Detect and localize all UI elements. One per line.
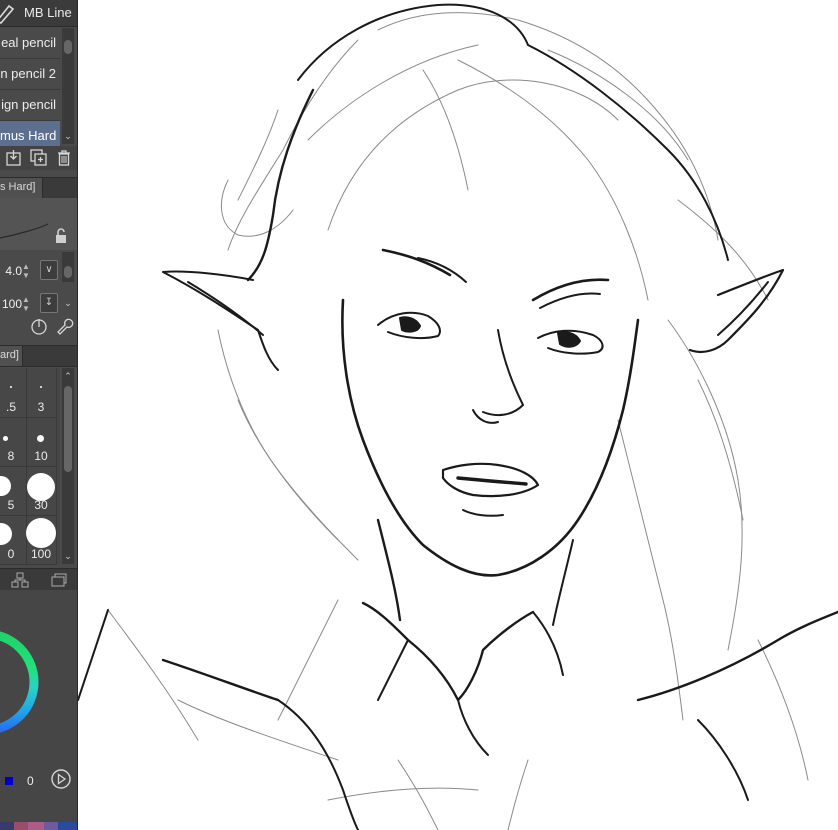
color-panel-tabs — [0, 568, 78, 592]
brush-size-cell[interactable]: 3 — [26, 368, 57, 418]
brush-size-cell[interactable]: 8 — [0, 417, 27, 467]
recent-color-strip[interactable] — [0, 822, 78, 830]
brush-size-cell[interactable]: .5 — [0, 368, 27, 418]
property-actions-bar — [0, 314, 78, 338]
clip-studio-window: MB Line eal pencil n pencil 2 ign pencil… — [0, 0, 838, 830]
brush-size-label: 5 — [7, 498, 15, 512]
subtool-scrollbar[interactable]: ⌄ — [62, 28, 74, 144]
opacity-value[interactable]: 100 — [0, 297, 22, 311]
initial-value-icon[interactable] — [29, 316, 49, 336]
stroke-preview — [0, 198, 78, 250]
brush-size-cell[interactable]: 100 — [26, 515, 57, 565]
scrollbar-thumb[interactable] — [64, 266, 72, 278]
brush-size-cell[interactable]: 10 — [26, 417, 57, 467]
opacity-pressure-icon[interactable]: ↧ — [40, 293, 58, 313]
brush-size-label: 100 — [30, 547, 52, 561]
brush-size-cell[interactable]: 30 — [26, 466, 57, 516]
delete-subtool-icon[interactable] — [54, 148, 74, 168]
subtool-item[interactable]: ign pencil — [0, 90, 60, 121]
tool-property-tab-label: s Hard] — [0, 181, 36, 193]
brush-size-tab[interactable]: ard] — [0, 345, 78, 367]
color-wheel-area[interactable]: 0 — [0, 590, 78, 830]
brush-size-label: 8 — [7, 449, 15, 463]
tool-property-tab[interactable]: s Hard] — [0, 177, 78, 199]
brush-size-palette: .5 3 8 10 5 30 0 100 — [0, 368, 60, 565]
subtool-group-title: MB Line — [24, 5, 72, 20]
subtool-item[interactable]: eal pencil — [0, 28, 60, 59]
opacity-spinner-icon[interactable]: ▲ ▼ — [22, 295, 34, 313]
brush-size-label: 10 — [34, 449, 48, 463]
play-circle-icon[interactable] — [50, 768, 72, 790]
main-color-indicator[interactable] — [5, 777, 13, 785]
color-set-tab-icon[interactable] — [11, 572, 29, 588]
subtool-list: eal pencil n pencil 2 ign pencil mus Har… — [0, 28, 60, 152]
pen-tool-icon — [0, 4, 15, 24]
layer-tab-icon[interactable] — [50, 572, 68, 588]
brush-size-label: 3 — [37, 400, 45, 414]
expand-arrow-icon[interactable]: ⌄ — [62, 297, 74, 309]
brush-size-cell[interactable]: 5 — [0, 466, 27, 516]
sketch-drawing — [78, 3, 838, 830]
scroll-down-arrow-icon[interactable]: ⌄ — [62, 550, 74, 562]
scrollbar-thumb[interactable] — [64, 40, 72, 54]
brush-size-label: .5 — [5, 400, 16, 414]
lock-icon[interactable] — [54, 228, 68, 244]
duplicate-subtool-icon[interactable] — [29, 148, 49, 168]
tool-panel: MB Line eal pencil n pencil 2 ign pencil… — [0, 0, 78, 830]
scrollbar-thumb[interactable] — [64, 386, 72, 472]
panel-scrollbar[interactable] — [62, 252, 74, 282]
brush-size-value[interactable]: 4.0 — [0, 264, 22, 278]
brush-size-scrollbar[interactable]: ⌃ ⌄ — [62, 368, 74, 564]
color-value-readout: 0 — [27, 774, 34, 788]
import-subtool-icon[interactable] — [4, 148, 24, 168]
subtool-group-header[interactable]: MB Line — [0, 0, 78, 27]
pressure-toggle-icon[interactable]: ∨ — [40, 260, 58, 280]
brush-size-cell[interactable]: 0 — [0, 515, 27, 565]
brush-size-label: 30 — [34, 498, 48, 512]
brush-size-spinner-icon[interactable]: ▲ ▼ — [22, 262, 34, 280]
subtool-item[interactable]: n pencil 2 — [0, 59, 60, 90]
brush-size-row: 4.0 ▲ ▼ ∨ — [0, 252, 78, 286]
wrench-icon[interactable] — [54, 316, 74, 336]
subtool-actions-bar — [0, 146, 78, 170]
brush-size-label: 0 — [7, 547, 15, 561]
scroll-up-arrow-icon[interactable]: ⌃ — [62, 370, 74, 382]
scroll-down-arrow-icon[interactable]: ⌄ — [62, 130, 74, 142]
drawing-canvas[interactable] — [78, 0, 838, 830]
brush-size-tab-label: ard] — [0, 349, 19, 361]
color-wheel[interactable] — [0, 590, 78, 830]
